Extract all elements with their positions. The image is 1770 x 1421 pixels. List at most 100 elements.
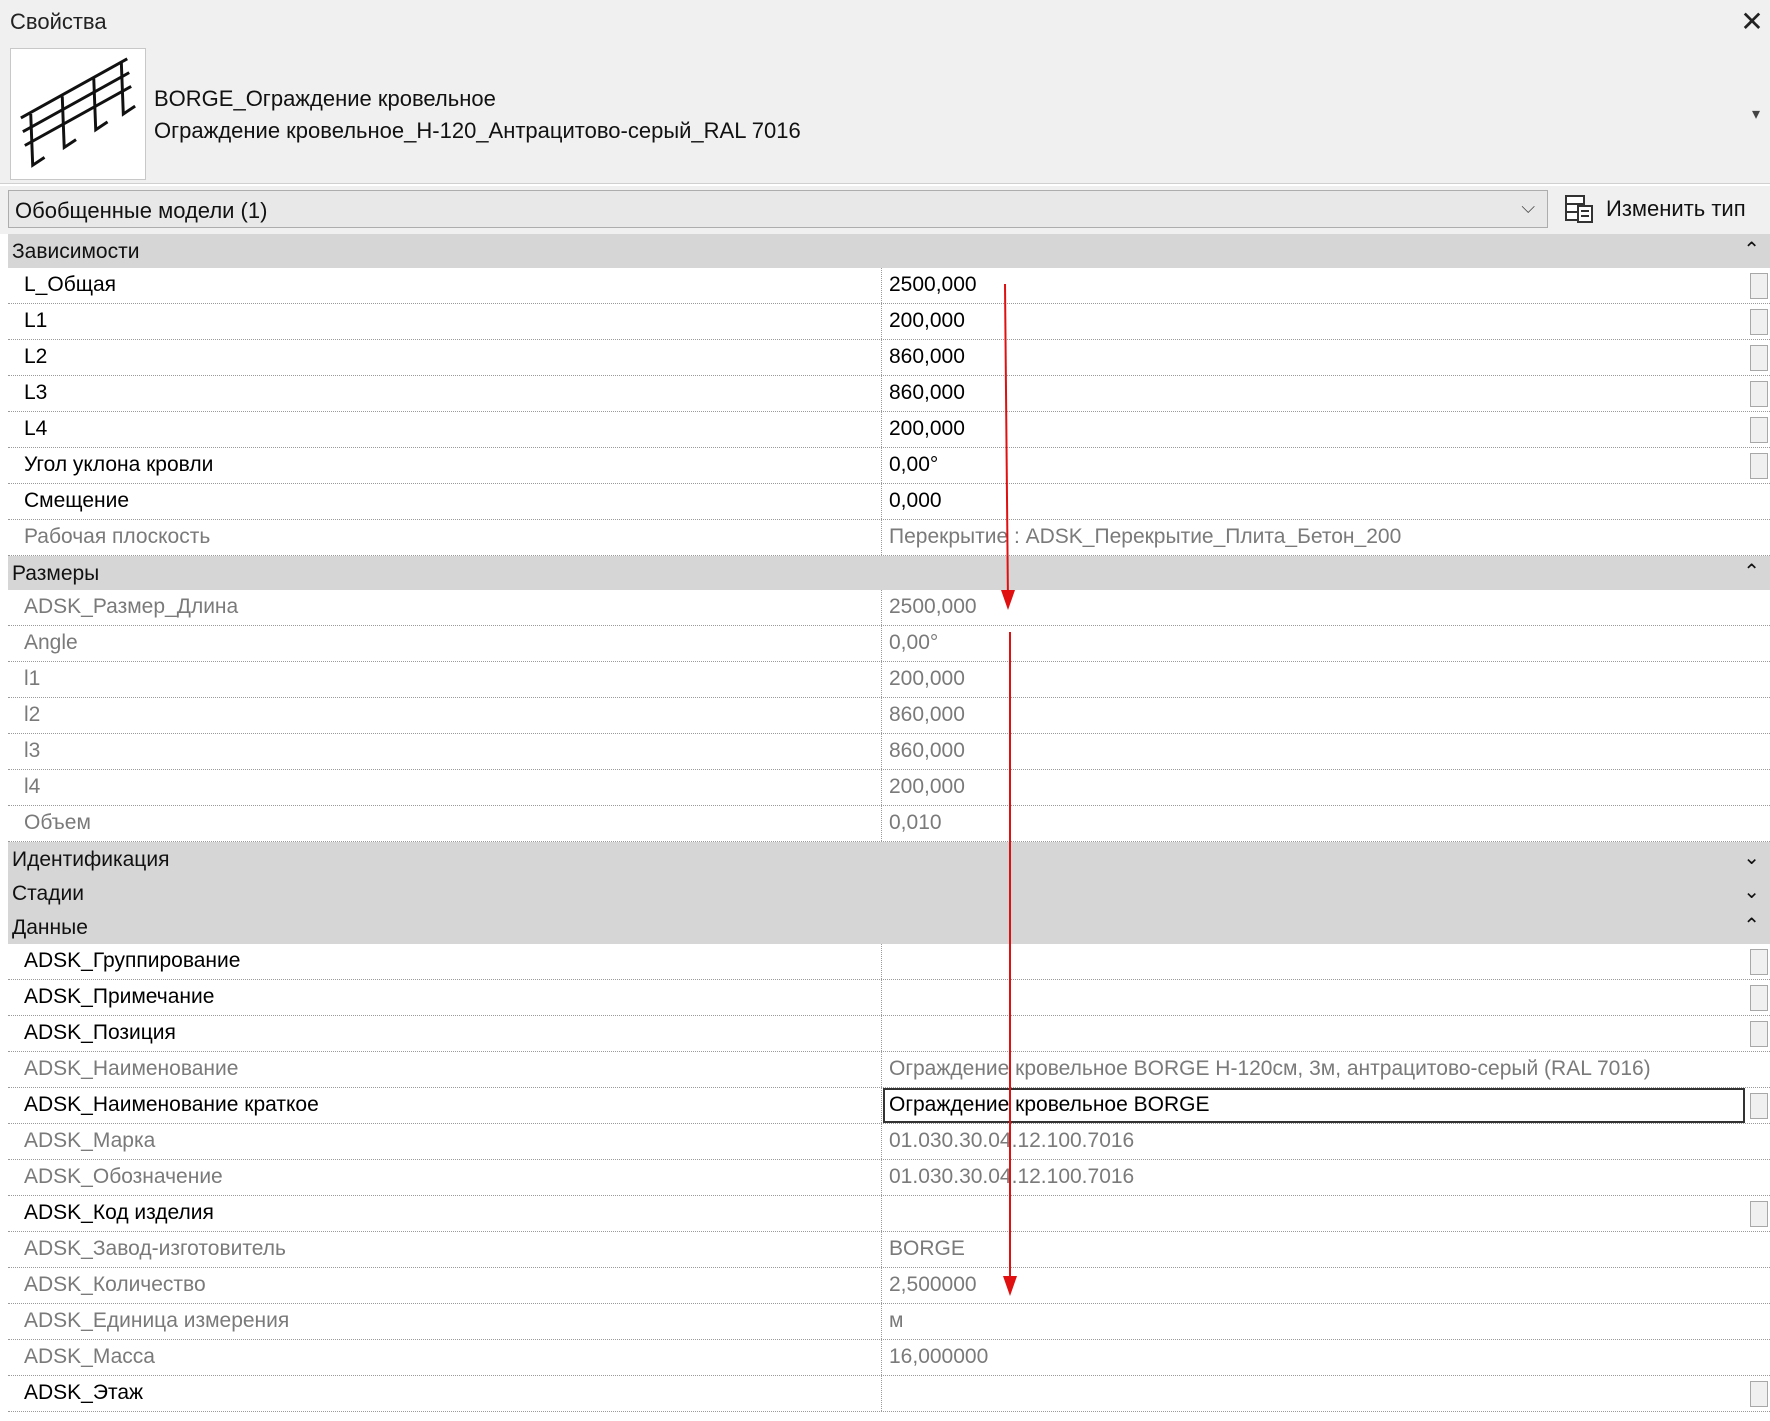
property-value[interactable] <box>883 1196 1745 1231</box>
property-row: ADSK_Масса 16,000000 <box>8 1340 1770 1376</box>
property-name: ADSK_Наименование краткое <box>8 1088 882 1123</box>
group-header[interactable]: Размеры ⌃ <box>8 556 1770 590</box>
property-row: L_Общая 2500,000 <box>8 268 1770 304</box>
associate-parameter-button[interactable] <box>1750 949 1768 975</box>
property-row: ADSK_Примечание <box>8 980 1770 1016</box>
property-value: 860,000 <box>889 739 965 762</box>
property-name: L4 <box>8 412 882 447</box>
property-value: 16,000000 <box>889 1345 989 1368</box>
property-name: l4 <box>8 770 882 805</box>
type-name: Ограждение кровельное_Н-120_Антрацитово-… <box>154 118 801 143</box>
property-row: ADSK_Размер_Длина 2500,000 <box>8 590 1770 626</box>
property-value: BORGE <box>889 1237 965 1260</box>
group-name: Стадии <box>12 882 84 905</box>
group-header[interactable]: Идентификация ⌄ <box>8 842 1770 876</box>
property-row: L1 200,000 <box>8 304 1770 340</box>
property-name: ADSK_Этаж <box>8 1376 882 1411</box>
property-value: 0,00° <box>889 631 939 654</box>
property-name: Angle <box>8 626 882 661</box>
property-value[interactable]: 0,000 <box>883 484 1745 519</box>
type-selector[interactable]: BORGE_Ограждение кровельное Ограждение к… <box>0 44 1770 184</box>
property-name: Смещение <box>8 484 882 519</box>
property-value[interactable]: 860,000 <box>883 340 1745 375</box>
property-row: ADSK_Этаж <box>8 1376 1770 1412</box>
property-row: L2 860,000 <box>8 340 1770 376</box>
property-name: L2 <box>8 340 882 375</box>
type-family-name: BORGE_Ограждение кровельное <box>154 86 496 111</box>
associate-parameter-button[interactable] <box>1750 381 1768 407</box>
property-value: м <box>889 1309 904 1332</box>
group-name: Зависимости <box>12 240 140 263</box>
property-row: L3 860,000 <box>8 376 1770 412</box>
associate-parameter-button[interactable] <box>1750 309 1768 335</box>
caret-down-icon[interactable]: ▾ <box>1746 104 1766 124</box>
associate-parameter-button[interactable] <box>1750 1021 1768 1047</box>
property-name: ADSK_Марка <box>8 1124 882 1159</box>
property-value-input[interactable]: Ограждение кровельное BORGE <box>883 1088 1745 1123</box>
property-row: Рабочая плоскость Перекрытие : ADSK_Перек… <box>8 520 1770 556</box>
collapse-icon[interactable]: ⌃ <box>1743 559 1760 584</box>
group-header[interactable]: Зависимости ⌃ <box>8 234 1770 268</box>
collapse-icon[interactable]: ⌃ <box>1743 237 1760 262</box>
property-row: ADSK_Количество 2,500000 <box>8 1268 1770 1304</box>
property-value: Ограждение кровельное BORGE H-120см, 3м,… <box>889 1057 1651 1080</box>
property-row: ADSK_Обозначение 01.030.30.04.12.100.7016 <box>8 1160 1770 1196</box>
property-value: 200,000 <box>889 667 965 690</box>
property-row: ADSK_Наименование Ограждение кровельное B… <box>8 1052 1770 1088</box>
property-row: Смещение 0,000 <box>8 484 1770 520</box>
property-row: ADSK_Марка 01.030.30.04.12.100.7016 <box>8 1124 1770 1160</box>
property-value[interactable]: 860,000 <box>883 376 1745 411</box>
property-name: l1 <box>8 662 882 697</box>
chevron-down-icon: ⌵ <box>1521 197 1535 217</box>
property-value[interactable]: 200,000 <box>883 412 1745 447</box>
property-name: ADSK_Примечание <box>8 980 882 1015</box>
associate-parameter-button[interactable] <box>1750 273 1768 299</box>
associate-parameter-button[interactable] <box>1750 345 1768 371</box>
associate-parameter-button[interactable] <box>1750 1201 1768 1227</box>
property-name: Объем <box>8 806 882 841</box>
property-name: ADSK_Количество <box>8 1268 882 1303</box>
property-name: ADSK_Обозначение <box>8 1160 882 1195</box>
property-row: l4 200,000 <box>8 770 1770 806</box>
property-row: ADSK_Наименование краткое Ограждение кров… <box>8 1088 1770 1124</box>
edit-type-icon <box>1565 195 1593 223</box>
property-name: L1 <box>8 304 882 339</box>
property-name: ADSK_Позиция <box>8 1016 882 1051</box>
property-row: l1 200,000 <box>8 662 1770 698</box>
property-name: ADSK_Размер_Длина <box>8 590 882 625</box>
property-value[interactable] <box>883 980 1745 1015</box>
property-row: ADSK_Группирование <box>8 944 1770 980</box>
expand-icon[interactable]: ⌄ <box>1743 845 1760 870</box>
associate-parameter-button[interactable] <box>1750 417 1768 443</box>
property-name: L_Общая <box>8 268 882 303</box>
property-name: l3 <box>8 734 882 769</box>
property-value[interactable]: 0,00° <box>883 448 1745 483</box>
property-value: Перекрытие : ADSK_Перекрытие_Плита_Бетон… <box>889 525 1402 548</box>
expand-icon[interactable]: ⌄ <box>1743 879 1760 904</box>
property-row: ADSK_Завод-изготовитель BORGE <box>8 1232 1770 1268</box>
group-header[interactable]: Данные ⌃ <box>8 910 1770 944</box>
property-value: 0,010 <box>889 811 942 834</box>
group-name: Размеры <box>12 562 100 585</box>
property-name: ADSK_Завод-изготовитель <box>8 1232 882 1267</box>
collapse-icon[interactable]: ⌃ <box>1743 913 1760 938</box>
associate-parameter-button[interactable] <box>1750 985 1768 1011</box>
associate-parameter-button[interactable] <box>1750 1093 1768 1119</box>
property-row: Объем 0,010 <box>8 806 1770 842</box>
family-thumbnail <box>10 48 146 180</box>
property-value[interactable] <box>883 944 1745 979</box>
property-value[interactable] <box>883 1016 1745 1051</box>
property-value[interactable]: 200,000 <box>883 304 1745 339</box>
railing-icon <box>20 57 136 168</box>
property-value[interactable]: 2500,000 <box>883 268 1745 303</box>
associate-parameter-button[interactable] <box>1750 1381 1768 1407</box>
category-filter-value: Обобщенные модели (1) <box>15 198 268 223</box>
property-name: ADSK_Единица измерения <box>8 1304 882 1339</box>
group-header[interactable]: Стадии ⌄ <box>8 876 1770 910</box>
property-value[interactable] <box>883 1376 1745 1411</box>
category-filter-dropdown[interactable]: Обобщенные модели (1) ⌵ <box>8 190 1548 228</box>
edit-type-button[interactable]: Изменить тип <box>1560 190 1766 228</box>
close-icon[interactable]: ✕ <box>1734 4 1770 40</box>
group-name: Данные <box>12 916 88 939</box>
associate-parameter-button[interactable] <box>1750 453 1768 479</box>
